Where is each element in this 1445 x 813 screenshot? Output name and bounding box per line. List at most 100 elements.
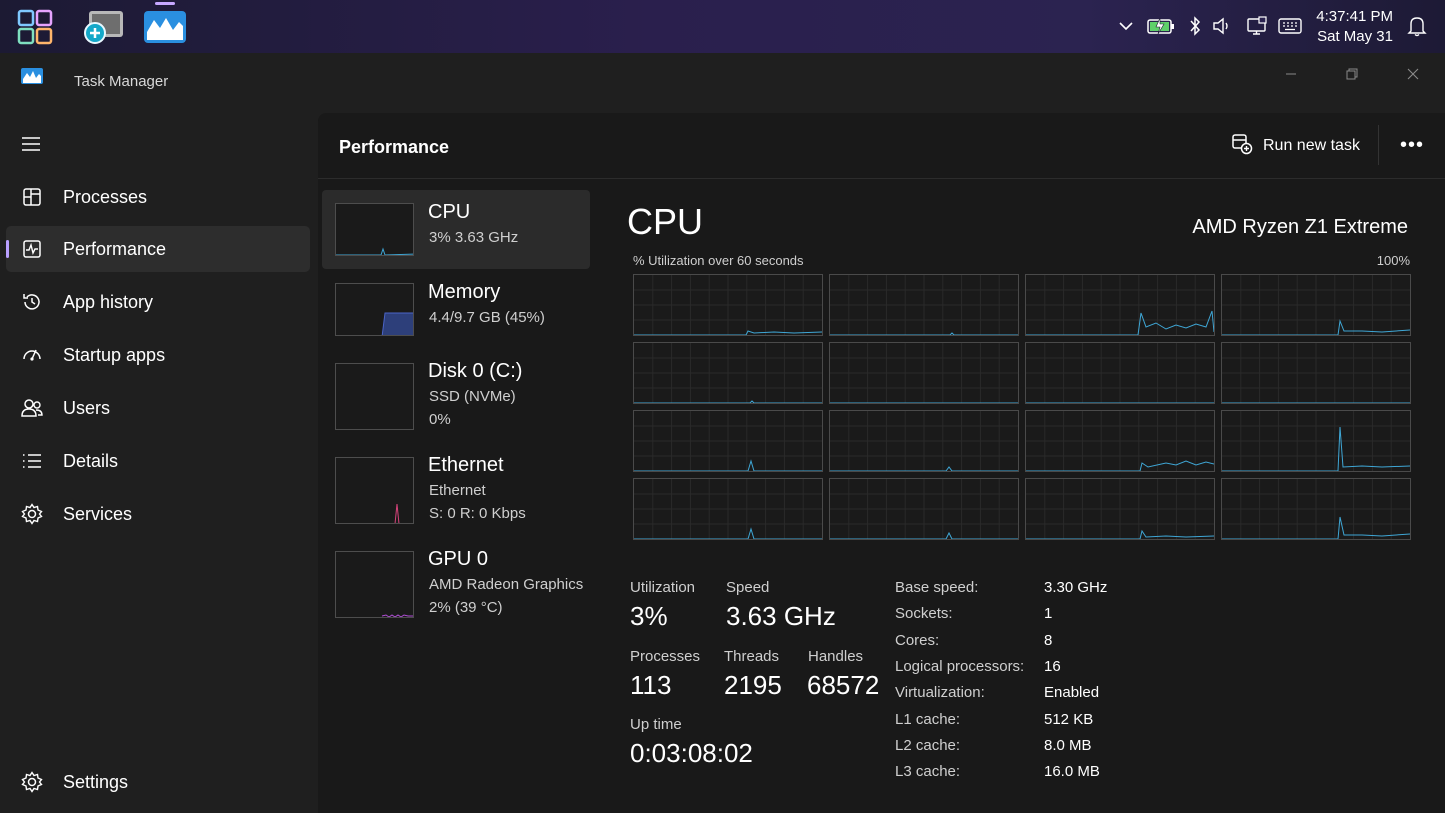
- sidebar-item-label: Processes: [63, 186, 148, 207]
- logical-processor-graph: [829, 410, 1019, 472]
- spec-label: Virtualization:: [895, 684, 985, 701]
- sidebar: Processes Performance App history Startu…: [0, 113, 318, 813]
- bluetooth-icon[interactable]: [1184, 15, 1206, 37]
- header-divider: [1378, 125, 1379, 165]
- processes-icon: [20, 185, 44, 209]
- threads-label: Threads: [724, 648, 780, 665]
- device-detail: Ethernet: [429, 482, 486, 499]
- device-name: GPU 0: [428, 548, 489, 570]
- task-manager-icon[interactable]: [142, 2, 188, 50]
- more-options-button[interactable]: •••: [1398, 133, 1426, 157]
- logical-processor-graph: [1221, 410, 1411, 472]
- minimize-button[interactable]: [1268, 59, 1314, 89]
- device-item-cpu[interactable]: CPU 3% 3.63 GHz: [322, 190, 590, 269]
- spec-label: Base speed:: [895, 579, 979, 596]
- device-item-memory[interactable]: Memory 4.4/9.7 GB (45%): [322, 270, 590, 350]
- logical-processor-graph: [1025, 342, 1215, 404]
- keyboard-icon[interactable]: [1278, 15, 1302, 37]
- notification-bell-icon[interactable]: [1406, 15, 1428, 37]
- logical-processor-graph: [633, 478, 823, 540]
- device-name: Ethernet: [428, 454, 504, 476]
- sidebar-item-details[interactable]: Details: [6, 438, 310, 484]
- spec-value: 512 KB: [1044, 711, 1094, 728]
- utilization-label: Utilization: [630, 579, 696, 596]
- utilization-value: 3%: [630, 601, 668, 631]
- restore-button[interactable]: [1329, 59, 1375, 89]
- close-button[interactable]: [1390, 59, 1436, 89]
- sidebar-item-app-history[interactable]: App history: [6, 279, 310, 325]
- chevron-up-icon[interactable]: [1115, 15, 1137, 37]
- spec-value: 8: [1044, 632, 1053, 649]
- clock-date: Sat May 31: [1317, 28, 1393, 45]
- handles-value: 68572: [807, 670, 880, 700]
- device-name: CPU: [428, 201, 471, 223]
- gear-icon: [20, 770, 44, 794]
- logical-processor-graph: [1025, 410, 1215, 472]
- magnifier-icon[interactable]: [80, 4, 126, 50]
- device-name: Disk 0 (C:): [428, 360, 523, 382]
- sidebar-item-label: App history: [63, 291, 154, 312]
- volume-icon[interactable]: [1212, 15, 1234, 37]
- page-header: Performance Run new task •••: [318, 113, 1445, 179]
- start-icon[interactable]: [12, 4, 58, 50]
- device-detail: 3% 3.63 GHz: [429, 229, 519, 246]
- sidebar-item-performance[interactable]: Performance: [6, 226, 310, 272]
- sidebar-item-label: Services: [63, 503, 133, 524]
- spec-value: 16: [1044, 658, 1061, 675]
- spec-label: Sockets:: [895, 605, 953, 622]
- sidebar-item-label: Details: [63, 450, 119, 471]
- sidebar-item-startup-apps[interactable]: Startup apps: [6, 332, 310, 378]
- battery-charging-icon[interactable]: [1147, 15, 1175, 37]
- device-detail: 4.4/9.7 GB (45%): [429, 309, 545, 326]
- logical-processor-graph: [829, 342, 1019, 404]
- device-item-ethernet[interactable]: Ethernet Ethernet S: 0 R: 0 Kbps: [322, 447, 590, 533]
- memory-thumbnail-graph: [335, 283, 414, 336]
- uptime-value: 0:03:08:02: [630, 738, 753, 768]
- sidebar-item-settings[interactable]: Settings: [6, 759, 310, 805]
- logical-processor-graph: [1221, 274, 1411, 336]
- title-bar: Task Manager: [0, 53, 1445, 113]
- processes-label: Processes: [630, 648, 701, 665]
- sidebar-item-processes[interactable]: Processes: [6, 174, 310, 220]
- taskbar: 4:37:41 PM Sat May 31: [0, 0, 1445, 53]
- ethernet-thumbnail-graph: [335, 457, 414, 524]
- device-item-gpu[interactable]: GPU 0 AMD Radeon Graphics 2% (39 °C): [322, 541, 590, 627]
- system-clock[interactable]: 4:37:41 PM Sat May 31: [1316, 7, 1393, 47]
- logical-processor-graphs: [633, 274, 1411, 540]
- device-detail: S: 0 R: 0 Kbps: [429, 505, 526, 522]
- logical-processor-graph: [633, 274, 823, 336]
- page-title: Performance: [339, 137, 450, 157]
- app-history-icon: [20, 290, 44, 314]
- sidebar-item-services[interactable]: Services: [6, 491, 310, 537]
- cpu-model: AMD Ryzen Z1 Extreme: [1192, 216, 1408, 238]
- sidebar-item-label: Settings: [63, 771, 129, 792]
- sidebar-item-label: Performance: [63, 238, 167, 259]
- device-detail: AMD Radeon Graphics: [429, 576, 584, 593]
- spec-value: 3.30 GHz: [1044, 579, 1108, 596]
- gpu-thumbnail-graph: [335, 551, 414, 618]
- sidebar-item-users[interactable]: Users: [6, 385, 310, 431]
- device-name: Memory: [428, 281, 501, 303]
- cpu-thumbnail-graph: [335, 203, 414, 256]
- device-item-disk[interactable]: Disk 0 (C:) SSD (NVMe) 0%: [322, 353, 590, 439]
- spec-value: 16.0 MB: [1044, 763, 1100, 780]
- logical-processor-graph: [1025, 478, 1215, 540]
- task-manager-icon: [21, 68, 43, 89]
- logical-processor-graph: [1221, 478, 1411, 540]
- utilization-max-label: 100%: [1376, 253, 1410, 268]
- device-detail: 0%: [429, 411, 451, 428]
- clock-time: 4:37:41 PM: [1316, 8, 1393, 25]
- spec-label: Logical processors:: [895, 658, 1025, 675]
- logical-processor-graph: [829, 274, 1019, 336]
- logical-processor-graph: [829, 478, 1019, 540]
- details-icon: [20, 449, 44, 473]
- run-new-task-button[interactable]: Run new task: [1231, 132, 1360, 160]
- main-panel: Performance Run new task ••• CPU 3% 3.63…: [318, 113, 1445, 813]
- hamburger-menu-icon[interactable]: [20, 135, 44, 155]
- handles-label: Handles: [808, 648, 864, 665]
- sidebar-item-label: Users: [63, 397, 111, 418]
- sidebar-item-label: Startup apps: [63, 344, 166, 365]
- spec-value: 8.0 MB: [1044, 737, 1092, 754]
- performance-icon: [20, 237, 44, 261]
- display-icon[interactable]: [1246, 15, 1268, 37]
